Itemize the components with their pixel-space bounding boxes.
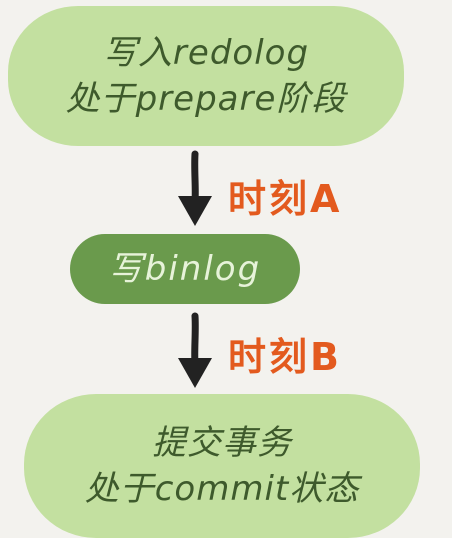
step-commit-transaction-line2: 处于commit状态 [84, 469, 360, 509]
step-commit-transaction-line1: 提交事务 [152, 423, 292, 463]
arrow-down-icon [178, 312, 212, 388]
step-write-binlog: 写binlog [70, 234, 300, 304]
moment-a-label: 时刻A [228, 177, 343, 221]
step-write-redolog-line2: 处于prepare阶段 [65, 79, 347, 119]
arrow-down-icon [178, 150, 212, 226]
flow-diagram: 写入redolog 处于prepare阶段 时刻A 写binlog 时刻B 提交… [0, 0, 452, 538]
step-write-binlog-line1: 写binlog [108, 249, 262, 289]
moment-b-label: 时刻B [228, 335, 342, 379]
step-write-redolog: 写入redolog 处于prepare阶段 [8, 6, 404, 146]
step-write-redolog-line1: 写入redolog [102, 33, 310, 73]
step-commit-transaction: 提交事务 处于commit状态 [24, 394, 420, 538]
